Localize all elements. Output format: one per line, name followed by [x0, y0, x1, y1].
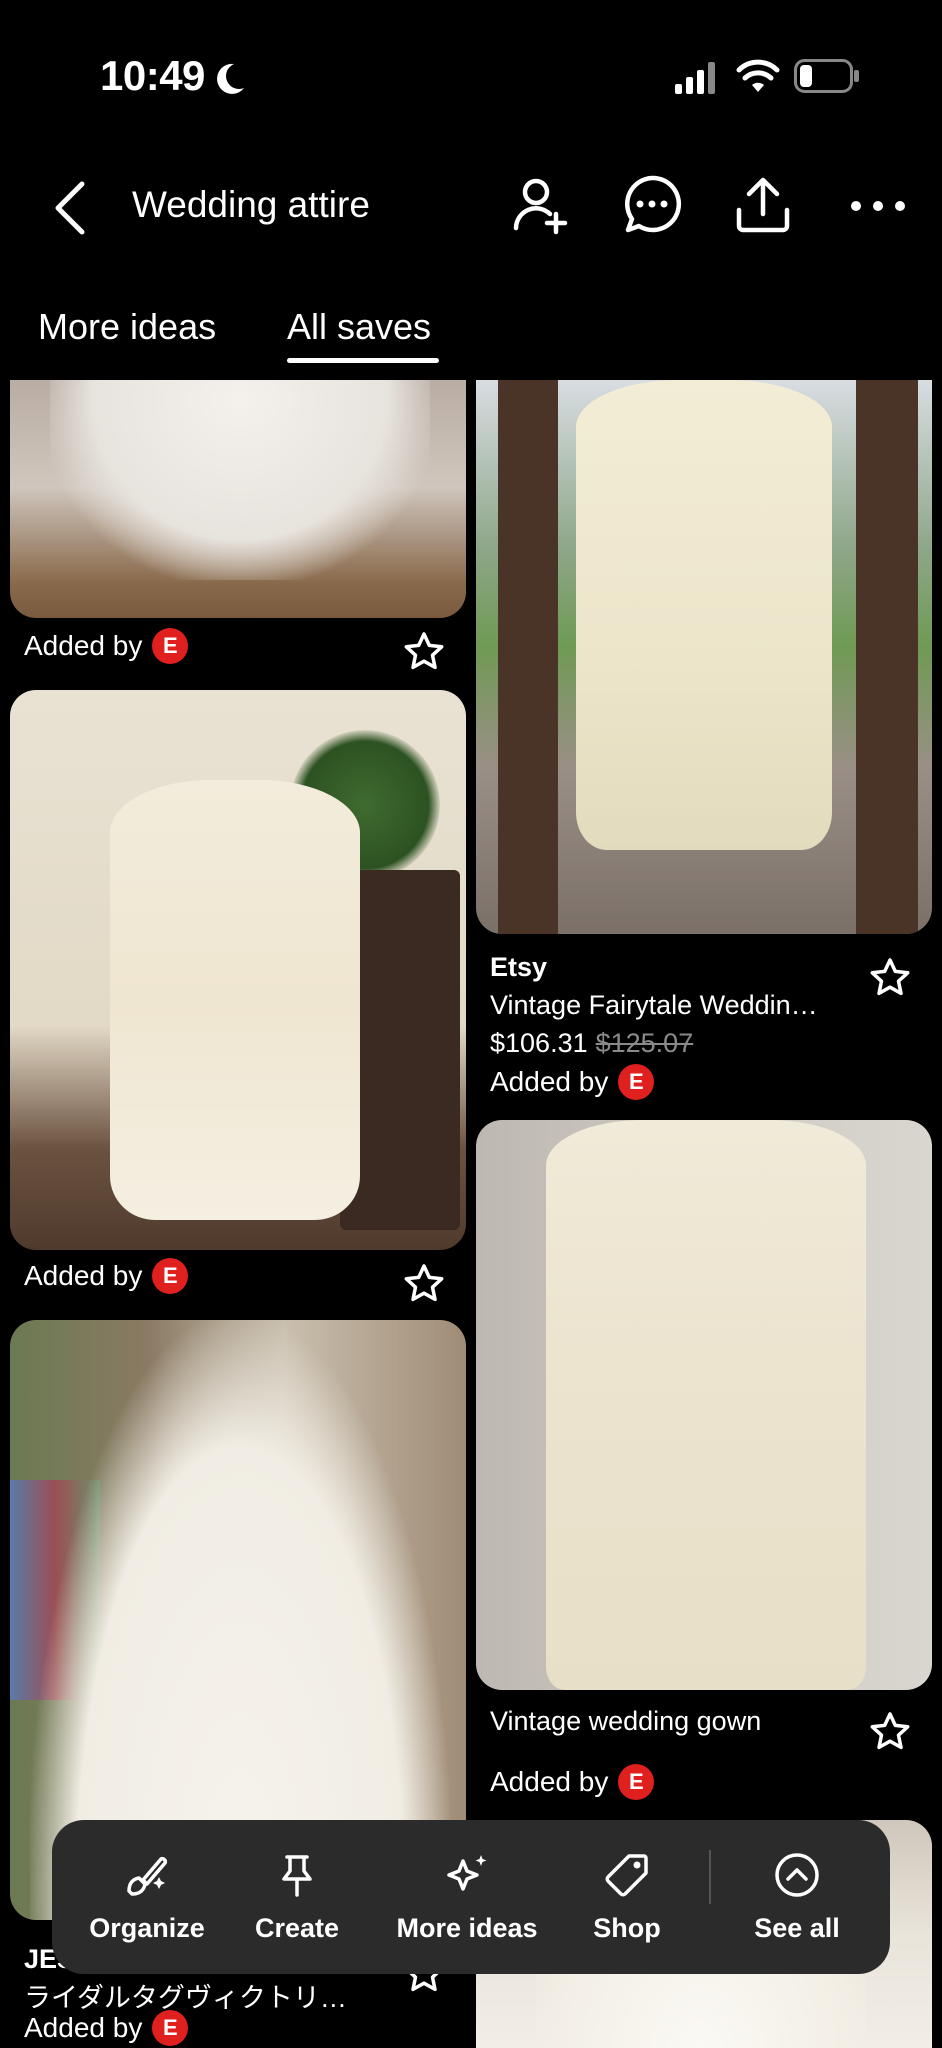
tab-all-saves[interactable]: All saves: [287, 306, 431, 348]
pin-icon: [282, 1854, 312, 1897]
original-price: $125.07: [595, 1028, 694, 1058]
back-chevron-icon[interactable]: [48, 178, 92, 238]
shop-button[interactable]: Shop: [577, 1820, 677, 1974]
active-tab-indicator: [287, 358, 439, 363]
pin-title[interactable]: Vintage wedding gown: [490, 1706, 761, 1737]
battery-icon: [794, 59, 859, 93]
pin-added-by: Added by E: [24, 2010, 189, 2046]
pin-added-by: Added by E: [24, 628, 189, 664]
pin-title[interactable]: Vintage Fairytale Weddin…: [490, 990, 818, 1021]
pin-added-by: Added by E: [24, 1258, 189, 1294]
lace-gown-on-mannequin: [110, 780, 360, 1220]
tag-icon: [605, 1853, 648, 1896]
cellular-signal-icon: [675, 62, 715, 94]
pin-image[interactable]: [10, 380, 466, 618]
etsy-badge[interactable]: E: [618, 1764, 655, 1800]
more-ideas-button[interactable]: More ideas: [382, 1820, 552, 1974]
star-icon[interactable]: [402, 1262, 446, 1306]
create-button[interactable]: Create: [242, 1820, 352, 1974]
star-icon[interactable]: [868, 1710, 912, 1754]
toolbar-divider: [709, 1850, 711, 1904]
pin-image[interactable]: [476, 1120, 932, 1690]
share-upload-icon[interactable]: [731, 172, 795, 236]
current-price: $106.31: [490, 1028, 588, 1058]
pin-source: Etsy: [490, 952, 548, 982]
tab-more-ideas[interactable]: More ideas: [38, 306, 216, 348]
etsy-badge[interactable]: E: [152, 2010, 189, 2046]
etsy-badge[interactable]: E: [618, 1064, 655, 1100]
pin-added-by: Added by E: [490, 1064, 655, 1100]
pin-image[interactable]: [10, 690, 466, 1250]
chevron-up-circle-icon: [775, 1852, 819, 1897]
etsy-badge[interactable]: E: [152, 628, 189, 664]
lace-gown-train: [50, 380, 430, 580]
lace-blouse-and-skirt: [546, 1120, 866, 1690]
status-time: 10:49: [100, 52, 205, 99]
board-title: Wedding attire: [132, 184, 370, 225]
message-icon[interactable]: [620, 172, 684, 236]
moon-icon: [217, 63, 244, 94]
star-icon[interactable]: [402, 630, 446, 674]
more-options-icon[interactable]: [846, 172, 910, 236]
sparkle-icon: [447, 1854, 487, 1891]
etsy-badge[interactable]: E: [152, 1258, 189, 1294]
see-all-button[interactable]: See all: [732, 1820, 862, 1974]
organize-brush-icon: [127, 1856, 168, 1896]
add-collaborator-icon[interactable]: [508, 172, 572, 236]
pin-image[interactable]: [476, 380, 932, 934]
cream-wedding-dress: [576, 380, 832, 850]
pin-price: $106.31 $125.07: [490, 1028, 693, 1059]
organize-button[interactable]: Organize: [82, 1820, 212, 1974]
board-toolbar: Organize Create More ideas Shop See all: [52, 1820, 890, 1974]
wifi-icon: [736, 59, 780, 92]
garden-arch-post: [856, 380, 918, 934]
star-icon[interactable]: [868, 956, 912, 1000]
pin-added-by: Added by E: [490, 1764, 655, 1800]
garden-arch-post: [498, 380, 558, 934]
